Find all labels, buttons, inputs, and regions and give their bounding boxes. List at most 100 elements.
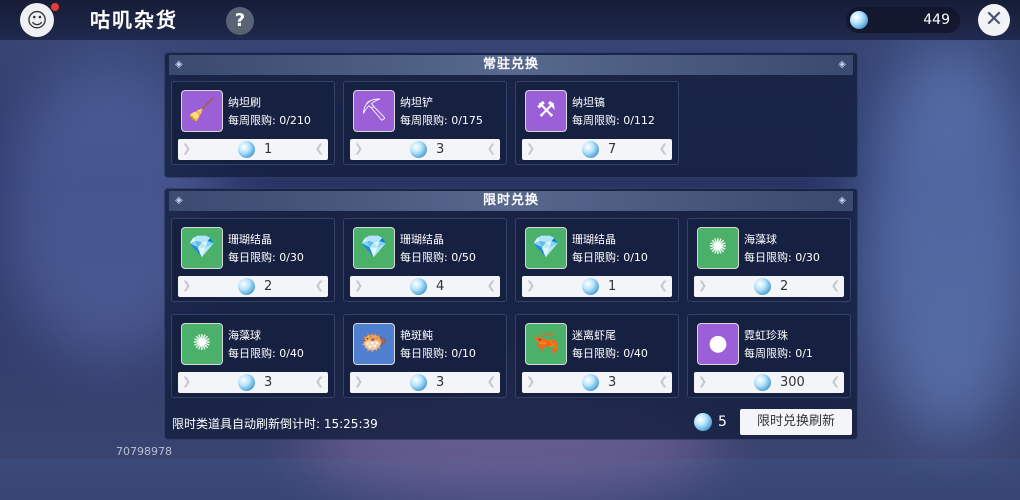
- item-price: 300: [780, 375, 805, 390]
- shop-item-card[interactable]: 🧹 纳坦刷每周限购: 0/210 ❯ 1 ❮: [171, 81, 335, 165]
- shop-item-card[interactable]: ⛏ 纳坦铲 每周限购: 0/175 ❯ 3 ❮: [343, 81, 507, 165]
- close-icon[interactable]: ✕: [978, 4, 1010, 36]
- currency-amount: 449: [923, 12, 950, 28]
- item-purchase-limit: 每日限购: 0/10: [400, 347, 476, 360]
- price-button[interactable]: ❯ 3 ❮: [350, 372, 500, 393]
- ornament-left-icon: ◈: [175, 195, 184, 206]
- item-price: 1: [608, 279, 617, 294]
- price-button[interactable]: ❯ 300 ❮: [694, 372, 844, 393]
- item-icon: 🧹: [181, 90, 223, 132]
- coin-icon: [582, 374, 599, 391]
- refresh-cost: 5: [694, 413, 727, 431]
- coin-icon: [410, 278, 427, 295]
- item-name: 海藻球: [228, 329, 261, 342]
- item-icon: ✺: [181, 323, 223, 365]
- coin-icon: [410, 141, 427, 158]
- help-icon[interactable]: ?: [226, 7, 254, 35]
- arrow-right-icon: ❮: [830, 375, 840, 388]
- item-purchase-limit: 每日限购: 0/30: [744, 251, 820, 264]
- ornament-right-icon: ◈: [838, 59, 847, 70]
- item-price: 1: [264, 142, 273, 157]
- item-price: 3: [436, 375, 445, 390]
- item-price: 2: [780, 279, 789, 294]
- arrow-right-icon: ❮: [658, 279, 668, 292]
- item-name: 珊瑚结晶: [572, 233, 616, 246]
- arrow-right-icon: ❮: [658, 375, 668, 388]
- coin-icon: [694, 413, 712, 431]
- coin-icon: [754, 374, 771, 391]
- item-price: 7: [608, 142, 617, 157]
- refresh-countdown: 限时类道具自动刷新倒计时: 15:25:39: [172, 417, 378, 431]
- item-purchase-limit: 每周限购: 0/210: [228, 114, 311, 127]
- avatar-icon[interactable]: ☺: [20, 3, 54, 37]
- item-purchase-limit: 每日限购: 0/40: [572, 347, 648, 360]
- item-icon: 🦐: [525, 323, 567, 365]
- arrow-right-icon: ❮: [830, 279, 840, 292]
- ornament-right-icon: ◈: [838, 195, 847, 206]
- shop-item-card[interactable]: 🐡 艳斑鲀 每日限购: 0/10 ❯ 3 ❮: [343, 314, 507, 398]
- limited-exchange-header: ◈ 限时兑换 ◈: [169, 191, 853, 211]
- shop-item-card[interactable]: ● 霓虹珍珠每周限购: 0/1 ❯ 300 ❮: [687, 314, 851, 398]
- top-bar: ☺ 咕叽杂货 ? 449 ✕: [0, 0, 1020, 40]
- item-icon: 💎: [353, 227, 395, 269]
- item-icon: ⛏: [353, 90, 395, 132]
- arrow-left-icon: ❯: [698, 375, 708, 388]
- price-button[interactable]: ❯ 7 ❮: [522, 139, 672, 160]
- shop-item-card[interactable]: ⚒ 纳坦镐 每周限购: 0/112 ❯ 7 ❮: [515, 81, 679, 165]
- permanent-exchange-header: ◈ 常驻兑换 ◈: [169, 55, 853, 75]
- arrow-left-icon: ❯: [354, 279, 364, 292]
- shop-item-card[interactable]: 🦐 迷离虾尾 每日限购: 0/40 ❯ 3 ❮: [515, 314, 679, 398]
- coin-icon: [754, 278, 771, 295]
- price-button[interactable]: ❯ 3 ❮: [522, 372, 672, 393]
- coin-icon: [238, 278, 255, 295]
- arrow-right-icon: ❮: [486, 279, 496, 292]
- item-name: 珊瑚结晶: [228, 233, 272, 246]
- item-name: 霓虹珍珠: [744, 329, 788, 342]
- price-button[interactable]: ❯ 2 ❮: [178, 276, 328, 297]
- arrow-right-icon: ❮: [314, 142, 324, 155]
- shop-item-card[interactable]: ✺ 海藻球 每日限购: 0/40 ❯ 3 ❮: [171, 314, 335, 398]
- arrow-left-icon: ❯: [526, 375, 536, 388]
- currency-display: 449: [846, 7, 960, 33]
- shop-item-card[interactable]: 💎 珊瑚结晶每日限购: 0/30 ❯ 2 ❮: [171, 218, 335, 302]
- notification-dot: [51, 3, 59, 11]
- shop-item-card[interactable]: ✺ 海藻球 每日限购: 0/30 ❯ 2 ❮: [687, 218, 851, 302]
- price-button[interactable]: ❯ 3 ❮: [350, 139, 500, 160]
- item-purchase-limit: 每日限购: 0/30: [228, 251, 304, 264]
- coin-icon: [238, 374, 255, 391]
- player-uid: 70798978: [116, 445, 172, 458]
- item-price: 3: [436, 142, 445, 157]
- item-icon: ●: [697, 323, 739, 365]
- item-purchase-limit: 每周限购: 0/175: [400, 114, 483, 127]
- coin-icon: [582, 141, 599, 158]
- arrow-left-icon: ❯: [182, 142, 192, 155]
- shop-item-card[interactable]: 💎 珊瑚结晶 每日限购: 0/50 ❯ 4 ❮: [343, 218, 507, 302]
- price-button[interactable]: ❯ 3 ❮: [178, 372, 328, 393]
- item-name: 纳坦刷: [228, 96, 261, 109]
- price-button[interactable]: ❯ 1 ❮: [522, 276, 672, 297]
- price-button[interactable]: ❯ 1 ❮: [178, 139, 328, 160]
- item-purchase-limit: 每周限购: 0/1: [744, 347, 813, 360]
- limited-refresh-button[interactable]: 限时兑换刷新: [740, 409, 852, 435]
- coin-icon: [238, 141, 255, 158]
- price-button[interactable]: ❯ 2 ❮: [694, 276, 844, 297]
- arrow-left-icon: ❯: [526, 142, 536, 155]
- shop-item-card[interactable]: 💎 珊瑚结晶 每日限购: 0/10 ❯ 1 ❮: [515, 218, 679, 302]
- item-icon: 💎: [181, 227, 223, 269]
- item-name: 艳斑鲀: [400, 329, 433, 342]
- item-price: 2: [264, 279, 273, 294]
- item-icon: 💎: [525, 227, 567, 269]
- coin-icon: [410, 374, 427, 391]
- item-purchase-limit: 每周限购: 0/112: [572, 114, 655, 127]
- item-name: 珊瑚结晶: [400, 233, 444, 246]
- item-price: 3: [264, 375, 273, 390]
- item-name: 海藻球: [744, 233, 777, 246]
- arrow-right-icon: ❮: [486, 375, 496, 388]
- item-icon: ✺: [697, 227, 739, 269]
- price-button[interactable]: ❯ 4 ❮: [350, 276, 500, 297]
- background-blob: [860, 40, 1020, 440]
- item-price: 4: [436, 279, 445, 294]
- arrow-left-icon: ❯: [526, 279, 536, 292]
- arrow-left-icon: ❯: [354, 375, 364, 388]
- arrow-left-icon: ❯: [182, 375, 192, 388]
